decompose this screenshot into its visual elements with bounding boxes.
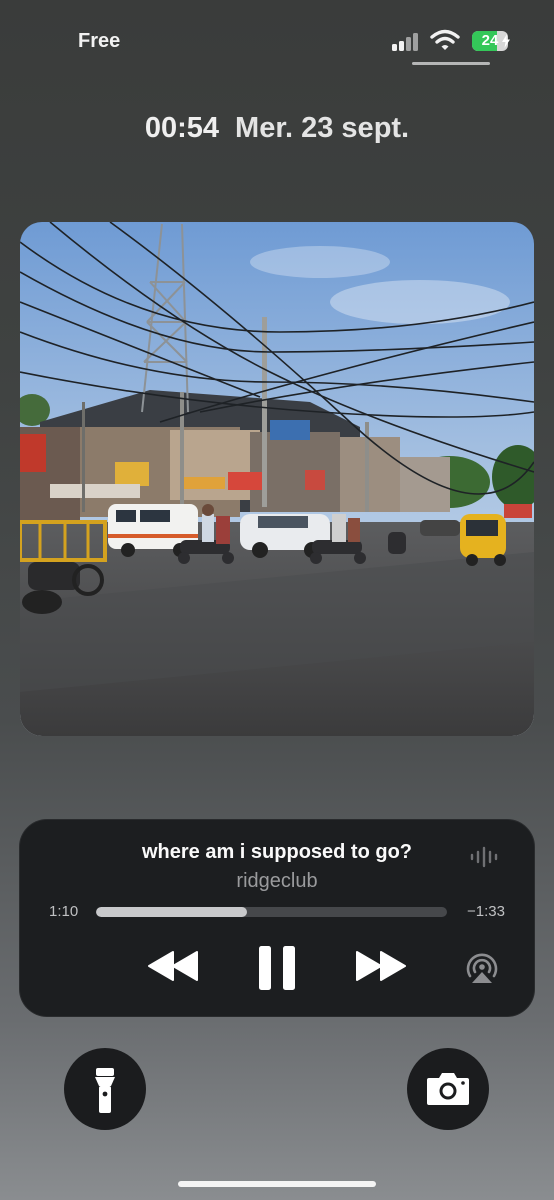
wifi-icon [430,29,460,50]
elapsed-time: 1:10 [49,903,79,920]
playback-progress [96,907,247,917]
camera-icon [427,1073,469,1105]
lock-screen-datetime: 00:54 Mer. 23 sept. [0,112,554,145]
flashlight-button[interactable] [64,1048,146,1130]
airplay-icon[interactable] [464,951,500,985]
battery-icon: 24 [472,31,510,51]
camera-button[interactable] [407,1048,489,1130]
pause-icon[interactable] [257,944,297,992]
song-title: where am i supposed to go? [141,841,413,863]
remaining-time: −1:33 [467,903,505,920]
now-playing-widget[interactable]: where am i supposed to go? ridgeclub 1:1… [19,819,535,1017]
charging-bolt-icon [502,34,510,48]
signal-icon [392,33,422,51]
carrier-name: Free [78,30,121,52]
flashlight-icon [95,1068,115,1113]
rewind-icon[interactable] [147,950,199,982]
waveform-icon [470,846,498,868]
home-indicator[interactable] [178,1181,376,1187]
status-indicator-bar [412,62,490,65]
playback-scrubber[interactable] [96,907,447,917]
artist-name: ridgeclub [236,870,318,892]
album-artwork[interactable] [20,222,534,736]
clock-date: Mer. 23 sept. [235,112,410,144]
clock-time: 00:54 [144,112,220,144]
fast-forward-icon[interactable] [355,950,407,982]
status-bar: Free 24 [0,0,554,70]
